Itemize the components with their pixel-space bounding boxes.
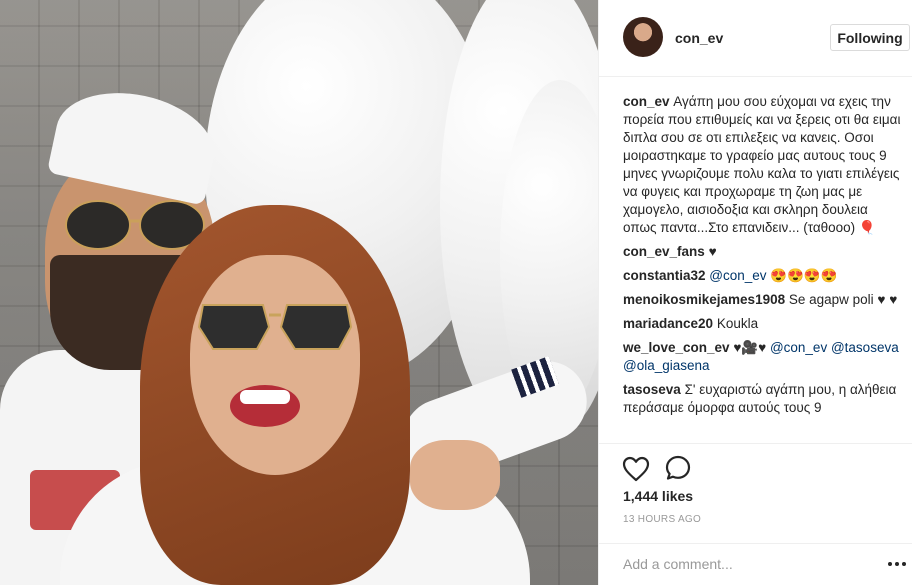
caption: con_ev Αγάπη μου σου εύχομαι να εχεις τη… xyxy=(623,93,903,237)
comments-list[interactable]: con_ev Αγάπη μου σου εύχομαι να εχεις τη… xyxy=(623,93,903,443)
post-photo[interactable] xyxy=(0,0,598,585)
comment-text: ♥ xyxy=(708,244,717,259)
comment-username[interactable]: constantia32 xyxy=(623,268,706,283)
comment-username[interactable]: con_ev_fans xyxy=(623,244,705,259)
mention-link[interactable]: @ola_giasena xyxy=(623,358,710,373)
comment-username[interactable]: con_ev xyxy=(623,94,670,109)
post-header: con_ev Following xyxy=(599,0,912,77)
post-timestamp[interactable]: 13 HOURS AGO xyxy=(623,514,701,525)
following-button[interactable]: Following xyxy=(830,24,910,51)
post-side-panel: con_ev Following con_ev Αγάπη μου σου εύ… xyxy=(598,0,912,585)
woman-teeth xyxy=(240,390,290,404)
comment-username[interactable]: we_love_con_ev xyxy=(623,340,730,355)
likes-count[interactable]: 1,444 likes xyxy=(623,488,693,504)
list-item: menoikosmikejames1908 Se agapw poli ♥ ♥ xyxy=(623,291,903,309)
woman-sunglasses xyxy=(197,304,353,350)
speech-bubble-icon[interactable] xyxy=(665,455,691,481)
list-item: mariadance20 Koukla xyxy=(623,315,903,333)
more-options-icon[interactable] xyxy=(887,559,907,569)
woman-face xyxy=(190,255,360,475)
list-item: con_ev_fans ♥ xyxy=(623,243,903,261)
avatar[interactable] xyxy=(623,17,663,57)
mention-link[interactable]: @con_ev xyxy=(770,340,827,355)
add-comment-bar xyxy=(599,543,912,585)
add-comment-input[interactable] xyxy=(623,553,893,575)
comment-text: 😍😍😍😍 xyxy=(770,268,838,283)
comment-username[interactable]: mariadance20 xyxy=(623,316,713,331)
mention-link[interactable]: @con_ev xyxy=(709,268,766,283)
pointing-hand xyxy=(410,440,500,510)
post-actions: 1,444 likes 13 HOURS AGO xyxy=(599,443,912,543)
post-username[interactable]: con_ev xyxy=(675,30,723,46)
comment-text: ♥🎥♥ xyxy=(733,340,767,355)
comment-text: Se agapw poli ♥ ♥ xyxy=(788,292,898,307)
list-item: tasoseva Σ' ευχαριστώ αγάπη μου, η αλήθε… xyxy=(623,381,903,417)
comment-username[interactable]: menoikosmikejames1908 xyxy=(623,292,785,307)
list-item: we_love_con_ev ♥🎥♥ @con_ev @tasoseva @ol… xyxy=(623,339,903,375)
heart-outline-icon[interactable] xyxy=(622,456,650,482)
caption-text: Αγάπη μου σου εύχομαι να εχεις την πορεί… xyxy=(623,94,901,235)
comment-text: Koukla xyxy=(716,316,759,331)
mention-link[interactable]: @tasoseva xyxy=(831,340,899,355)
list-item: constantia32 @con_ev 😍😍😍😍 xyxy=(623,267,903,285)
comment-username[interactable]: tasoseva xyxy=(623,382,681,397)
